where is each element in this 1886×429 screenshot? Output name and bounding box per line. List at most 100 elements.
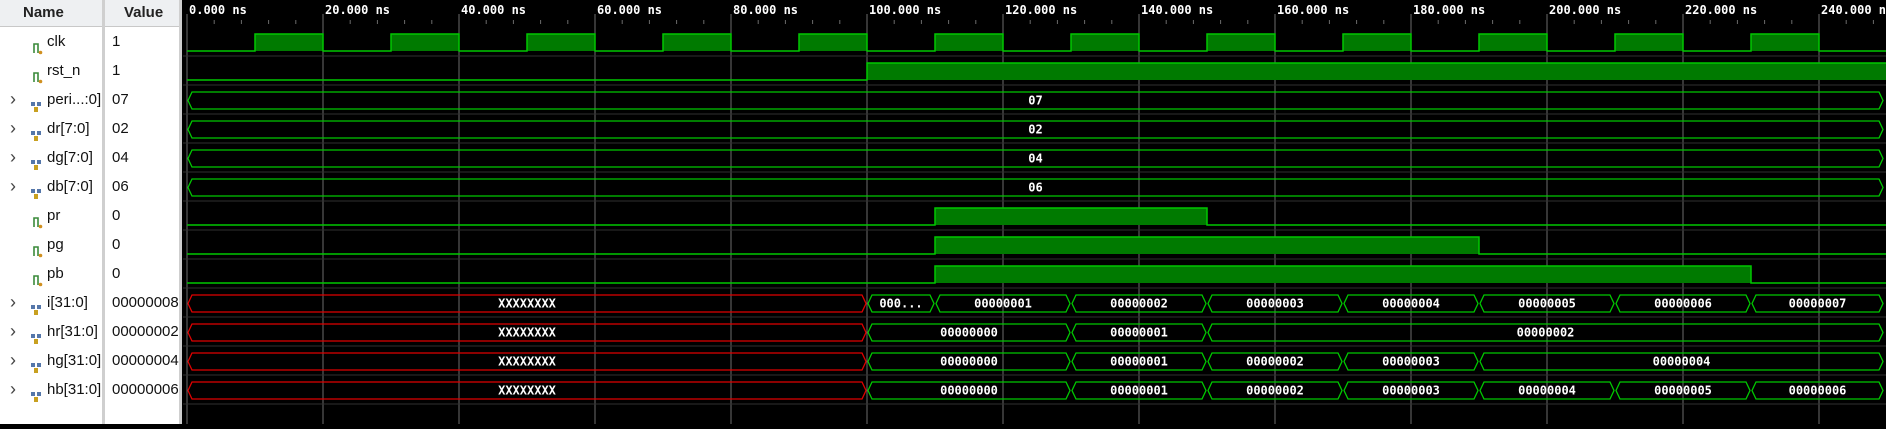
signal-row[interactable]: pb <box>0 259 102 288</box>
bus-value-label: 00000001 <box>1110 326 1168 340</box>
signal-value-row[interactable]: 0 <box>105 230 179 259</box>
signal-row[interactable]: › peri...:0] <box>0 85 102 114</box>
expand-chevron-icon[interactable]: › <box>10 288 16 317</box>
signal-name: db[7:0] <box>47 178 93 195</box>
name-column: Name clk rst_n › peri...:0] › dr[7:0] › dg[7:0]… <box>0 0 102 424</box>
bus-value-label: 07 <box>1028 94 1042 108</box>
expand-chevron-icon[interactable]: › <box>10 346 16 375</box>
name-column-header[interactable]: Name <box>0 0 102 27</box>
signal-value: 0 <box>112 207 121 224</box>
high-level-fill <box>935 266 1751 283</box>
bus-value-label: 00000004 <box>1653 355 1711 369</box>
waveform-canvas[interactable]: 0.000 ns 20.000 ns 40.000 ns 60.000 ns 80.00… <box>183 0 1886 424</box>
bus-value-label: 00000002 <box>1110 297 1168 311</box>
time-tick-label: 100.000 ns <box>869 3 941 17</box>
time-tick-label: 120.000 ns <box>1005 3 1077 17</box>
time-tick-label: 80.000 ns <box>733 3 798 17</box>
time-tick-label: 200.000 ns <box>1549 3 1621 17</box>
signal-value: 00000002 <box>112 323 179 340</box>
high-level-fill <box>1343 34 1411 51</box>
bus-value-label: 00000001 <box>1110 355 1168 369</box>
time-tick-label: 0.000 ns <box>189 3 247 17</box>
signal-row[interactable]: › dr[7:0] <box>0 114 102 143</box>
signal-row[interactable]: › hb[31:0] <box>0 375 102 404</box>
waveform-svg[interactable]: 0.000 ns 20.000 ns 40.000 ns 60.000 ns 80.00… <box>183 0 1886 424</box>
value-column-header[interactable]: Value <box>105 0 179 27</box>
high-level-fill <box>799 34 867 51</box>
signal-row[interactable]: pr <box>0 201 102 230</box>
signal-value: 00000006 <box>112 381 179 398</box>
signal-name: clk <box>47 33 66 50</box>
expand-chevron-icon[interactable]: › <box>10 85 16 114</box>
high-level-fill <box>527 34 595 51</box>
bus-value-label: 00000001 <box>1110 384 1168 398</box>
signal-value: 06 <box>112 178 129 195</box>
time-tick-label: 40.000 ns <box>461 3 526 17</box>
signal-row[interactable]: › hr[31:0] <box>0 317 102 346</box>
signal-value-row[interactable]: 00000008 <box>105 288 179 317</box>
high-level-fill <box>1207 34 1275 51</box>
signal-row[interactable]: clk <box>0 27 102 56</box>
signal-row[interactable]: rst_n <box>0 56 102 85</box>
signal-value-row[interactable]: 00000004 <box>105 346 179 375</box>
expand-chevron-icon[interactable]: › <box>10 172 16 201</box>
bus-value-label: XXXXXXXX <box>498 326 557 340</box>
signal-name: peri...:0] <box>47 91 102 108</box>
signal-row[interactable]: › dg[7:0] <box>0 143 102 172</box>
bus-signal-icon <box>30 123 41 141</box>
signal-value: 02 <box>112 120 129 137</box>
signal-name: hg[31:0] <box>47 352 102 369</box>
bus-signal-icon <box>30 152 41 170</box>
expand-chevron-icon[interactable]: › <box>10 317 16 346</box>
signal-name: rst_n <box>47 62 81 79</box>
column-splitter[interactable] <box>179 0 182 424</box>
bit-signal-icon <box>32 36 43 55</box>
signal-value-row[interactable]: 06 <box>105 172 179 201</box>
expand-chevron-icon[interactable]: › <box>10 114 16 143</box>
bus-value-label: 00000003 <box>1382 355 1440 369</box>
signal-value-row[interactable]: 0 <box>105 259 179 288</box>
bus-value-label: 00000003 <box>1382 384 1440 398</box>
signal-value-row[interactable]: 1 <box>105 56 179 85</box>
bit-signal-icon <box>32 268 43 287</box>
signal-row[interactable]: › i[31:0] <box>0 288 102 317</box>
value-column: Value 1 1 07 02 04 06 0 0 0 00000008 00000002 00000… <box>105 0 179 424</box>
signal-value: 1 <box>112 62 121 79</box>
signal-row[interactable]: pg <box>0 230 102 259</box>
signal-name: pr <box>47 207 61 224</box>
time-tick-label: 160.000 ns <box>1277 3 1349 17</box>
bus-signal-icon <box>30 326 41 344</box>
signal-value-row[interactable]: 00000006 <box>105 375 179 404</box>
signal-value-row[interactable]: 02 <box>105 114 179 143</box>
high-level-fill <box>1071 34 1139 51</box>
signal-name: dr[7:0] <box>47 120 90 137</box>
signal-row[interactable]: › db[7:0] <box>0 172 102 201</box>
bus-value-label: 00000000 <box>940 326 998 340</box>
bus-value-label: 00000002 <box>1517 326 1575 340</box>
high-level-fill <box>1615 34 1683 51</box>
time-tick-label: 60.000 ns <box>597 3 662 17</box>
bus-signal-icon <box>30 355 41 373</box>
time-tick-label: 140.000 ns <box>1141 3 1213 17</box>
signal-value-row[interactable]: 07 <box>105 85 179 114</box>
bus-value-label: 00000003 <box>1246 297 1304 311</box>
bus-value-label: XXXXXXXX <box>498 297 557 311</box>
high-level-fill <box>935 208 1207 225</box>
signal-row[interactable]: › hg[31:0] <box>0 346 102 375</box>
expand-chevron-icon[interactable]: › <box>10 375 16 404</box>
bus-value-label: 00000000 <box>940 355 998 369</box>
high-level-fill <box>1751 34 1819 51</box>
signal-value: 1 <box>112 33 121 50</box>
bus-signal-icon <box>30 384 41 402</box>
bus-value-label: 00000006 <box>1789 384 1847 398</box>
expand-chevron-icon[interactable]: › <box>10 143 16 172</box>
bus-value-label: 00000004 <box>1518 384 1576 398</box>
signal-value-row[interactable]: 1 <box>105 27 179 56</box>
signal-value-row[interactable]: 00000002 <box>105 317 179 346</box>
signal-value-row[interactable]: 04 <box>105 143 179 172</box>
signal-name: pg <box>47 236 64 253</box>
time-tick-label: 180.000 ns <box>1413 3 1485 17</box>
high-level-fill <box>935 237 1479 254</box>
signal-value-row[interactable]: 0 <box>105 201 179 230</box>
high-level-fill <box>663 34 731 51</box>
